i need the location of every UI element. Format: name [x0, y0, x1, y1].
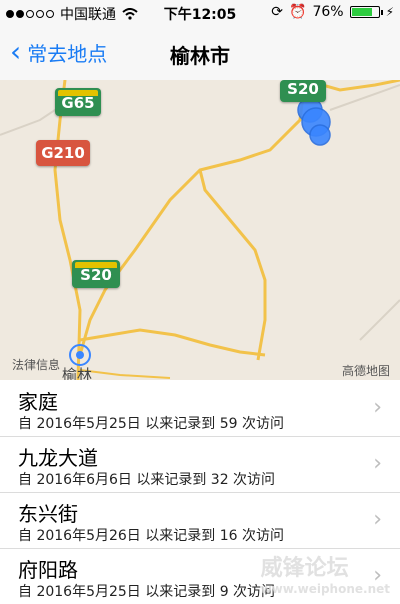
watermark-site: www.weiphone.net: [260, 582, 390, 596]
battery-icon: [349, 6, 383, 18]
map-roads: [0, 80, 400, 380]
place-name: 东兴街: [18, 502, 78, 526]
shield-top-band: [75, 262, 117, 268]
list-item[interactable]: 东兴街 自 2016年5月26日 以来记录到 16 次访问 ›: [0, 492, 400, 549]
map-view[interactable]: S20 G65 G210 S20 法律信息 榆林 高德地图: [0, 80, 400, 380]
place-detail: 自 2016年5月26日 以来记录到 16 次访问: [18, 528, 284, 544]
watermark-text: 威锋论坛: [260, 556, 349, 581]
list-item[interactable]: 家庭 自 2016年5月25日 以来记录到 59 次访问 ›: [0, 380, 400, 437]
shield-label: G65: [61, 94, 95, 112]
place-name: 家庭: [18, 390, 58, 414]
shield-top-band: [58, 90, 98, 96]
status-bar: 中国联通 下午12:05 ⟳ ⏰ 76% ⚡: [0, 0, 400, 26]
chevron-right-icon: ›: [373, 395, 382, 420]
chevron-right-icon: ›: [373, 507, 382, 532]
battery-fill: [351, 8, 372, 16]
nav-bar: ‹ 常去地点 榆林市: [0, 26, 400, 81]
status-right: ⟳ ⏰ 76% ⚡: [271, 4, 394, 20]
chevron-right-icon: ›: [373, 451, 382, 476]
charging-icon: ⚡: [385, 5, 394, 19]
shield-label: G210: [41, 144, 85, 162]
lock-rotation-icon: ⟳: [271, 4, 283, 20]
list-item[interactable]: 九龙大道 自 2016年6月6日 以来记录到 32 次访问 ›: [0, 436, 400, 493]
watermark: 威锋论坛 www.weiphone.net: [261, 550, 390, 596]
alarm-icon: ⏰: [289, 4, 307, 20]
highway-shield-g210: G210: [36, 140, 90, 166]
highway-shield-g65: G65: [55, 88, 101, 116]
place-detail: 自 2016年5月25日 以来记录到 59 次访问: [18, 416, 284, 432]
battery-percent: 76%: [312, 4, 344, 20]
highway-shield-s20-mid: S20: [72, 260, 120, 288]
place-name: 九龙大道: [18, 446, 98, 470]
map-attribution: 高德地图: [341, 364, 390, 378]
shield-label: S20: [80, 266, 112, 284]
city-label: 榆林: [62, 366, 93, 380]
page-title: 榆林市: [170, 44, 230, 68]
place-detail: 自 2016年6月6日 以来记录到 32 次访问: [18, 472, 276, 488]
shield-label: S20: [287, 80, 319, 98]
highway-shield-s20: S20: [280, 80, 326, 102]
battery-tip: [380, 10, 383, 15]
place-name: 府阳路: [18, 558, 78, 582]
place-detail: 自 2016年5月25日 以来记录到 9 次访问: [18, 584, 276, 600]
legal-info-link[interactable]: 法律信息: [12, 356, 60, 373]
